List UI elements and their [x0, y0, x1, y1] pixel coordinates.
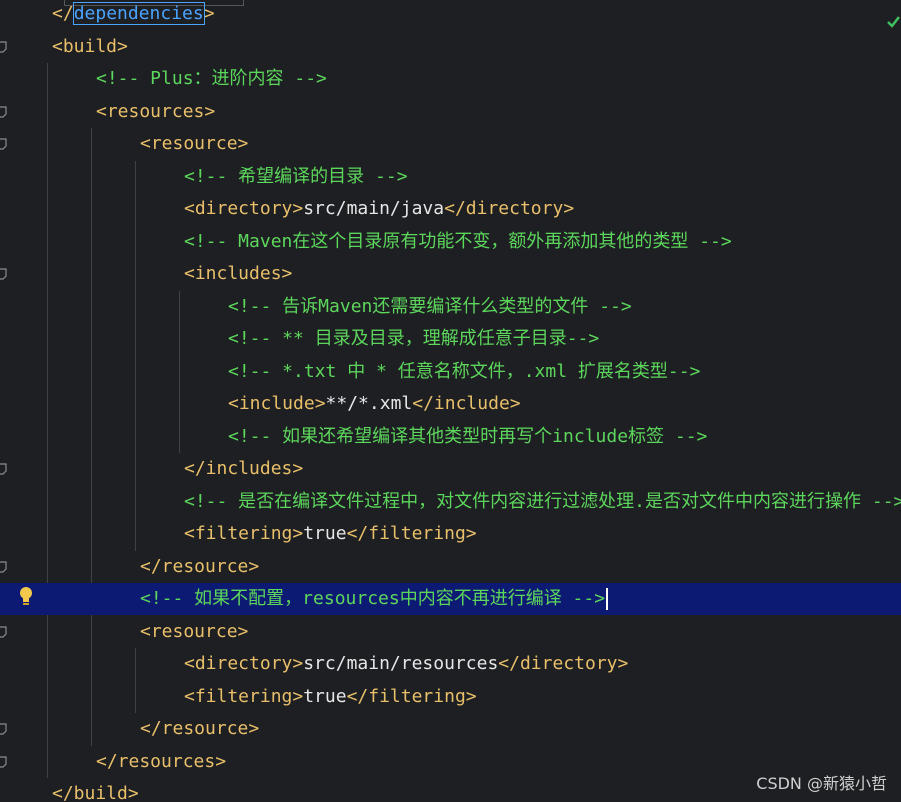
- code-token: </includes>: [184, 458, 304, 479]
- code-token: </directory>: [498, 653, 629, 674]
- code-token: <!-- 如果还希望编译其他类型时再写个include标签 -->: [228, 425, 708, 447]
- code-text: </includes>: [184, 453, 303, 485]
- code-line[interactable]: </resource>: [0, 551, 901, 583]
- code-line[interactable]: </includes>: [0, 453, 901, 485]
- code-line[interactable]: <directory>src/main/resources</directory…: [0, 648, 901, 680]
- code-text: <filtering>true</filtering>: [184, 681, 477, 713]
- code-text: </resources>: [96, 746, 226, 778]
- code-line[interactable]: <!-- 是否在编译文件过程中，对文件内容进行过滤处理.是否对文件中内容进行操作…: [0, 486, 901, 518]
- code-text: <!-- Maven在这个目录原有功能不变，额外再添加其他的类型 -->: [184, 226, 732, 258]
- code-token: true: [303, 685, 347, 707]
- code-text: <resource>: [140, 128, 248, 160]
- highlighted-token: dependencies: [72, 2, 205, 25]
- code-token: >: [203, 3, 215, 24]
- code-token: <includes>: [184, 263, 293, 284]
- code-line[interactable]: <includes>: [0, 258, 901, 290]
- code-text: </resource>: [140, 551, 259, 583]
- code-token: <!-- 是否在编译文件过程中，对文件内容进行过滤处理.是否对文件中内容进行操作…: [184, 490, 901, 512]
- code-line[interactable]: <!-- 希望编译的目录 -->: [0, 161, 901, 193]
- code-token: <directory>: [184, 198, 304, 219]
- code-token: <include>: [228, 393, 326, 414]
- code-token: </include>: [412, 393, 521, 414]
- code-text: <!-- Plus：进阶内容 -->: [96, 63, 327, 95]
- code-text: <resources>: [96, 96, 215, 128]
- code-token: <!-- Maven在这个目录原有功能不变，额外再添加其他的类型 -->: [184, 230, 732, 252]
- lightbulb-icon[interactable]: [18, 586, 34, 608]
- code-line[interactable]: <filtering>true</filtering>: [0, 518, 901, 550]
- code-text: <!-- 如果还希望编译其他类型时再写个include标签 -->: [228, 421, 707, 453]
- code-line[interactable]: <!-- Maven在这个目录原有功能不变，额外再添加其他的类型 -->: [0, 226, 901, 258]
- code-token: <!-- *.txt 中 * 任意名称文件，.xml 扩展名类型-->: [228, 360, 701, 382]
- text-caret: [606, 588, 609, 610]
- code-line[interactable]: <filtering>true</filtering>: [0, 681, 901, 713]
- code-text: <resource>: [140, 616, 248, 648]
- code-token: <directory>: [184, 653, 304, 674]
- code-token: </resource>: [140, 555, 260, 577]
- code-token: <resource>: [140, 133, 249, 154]
- code-token: <resources>: [96, 100, 216, 122]
- code-line[interactable]: <!-- ** 目录及目录，理解成任意子目录-->: [0, 323, 901, 355]
- code-text: <!-- 告诉Maven还需要编译什么类型的文件 -->: [228, 291, 632, 323]
- code-token: </resource>: [140, 718, 260, 739]
- code-text: <!-- *.txt 中 * 任意名称文件，.xml 扩展名类型-->: [228, 356, 700, 388]
- code-text: <directory>src/main/resources</directory…: [184, 648, 628, 680]
- code-line[interactable]: <directory>src/main/java</directory>: [0, 193, 901, 225]
- code-token: <!-- 告诉Maven还需要编译什么类型的文件 -->: [228, 295, 632, 317]
- code-line[interactable]: <include>**/*.xml</include>: [0, 388, 901, 420]
- code-text: </build>: [52, 778, 139, 802]
- code-text: <!-- 是否在编译文件过程中，对文件内容进行过滤处理.是否对文件中内容进行操作…: [184, 486, 901, 518]
- watermark-text: CSDN @新猿小哲: [756, 774, 887, 793]
- code-token: </filtering>: [346, 685, 477, 707]
- code-line[interactable]: <!-- *.txt 中 * 任意名称文件，.xml 扩展名类型-->: [0, 356, 901, 388]
- code-line[interactable]: <resource>: [0, 128, 901, 160]
- code-token: </: [52, 3, 74, 24]
- code-line[interactable]: <!-- 告诉Maven还需要编译什么类型的文件 -->: [0, 291, 901, 323]
- code-text: <filtering>true</filtering>: [184, 518, 477, 550]
- code-token: <filtering>: [184, 523, 304, 544]
- current-code-line[interactable]: <!-- 如果不配置，resources中内容不再进行编译 -->: [0, 583, 901, 615]
- code-token: </directory>: [444, 198, 575, 219]
- code-token: <!-- Plus：进阶内容 -->: [96, 68, 327, 89]
- code-token: **/*.xml: [325, 393, 413, 414]
- code-token: src/main/resources: [303, 653, 499, 674]
- code-text: <!-- ** 目录及目录，理解成任意子目录-->: [228, 323, 599, 355]
- code-text: <directory>src/main/java</directory>: [184, 193, 574, 225]
- code-line[interactable]: <!-- Plus：进阶内容 -->: [0, 63, 901, 95]
- code-token: <build>: [52, 35, 128, 57]
- code-line[interactable]: <resource>: [0, 616, 901, 648]
- code-token: </resources>: [96, 750, 227, 772]
- code-token: </build>: [52, 783, 139, 802]
- code-token: true: [303, 523, 347, 544]
- code-token: <resource>: [140, 620, 249, 642]
- code-line[interactable]: </dependencies>: [0, 0, 901, 30]
- code-line[interactable]: <!-- 如果还希望编译其他类型时再写个include标签 -->: [0, 421, 901, 453]
- code-token: <!-- 希望编译的目录 -->: [184, 165, 408, 187]
- inspection-ok-check-icon[interactable]: [886, 14, 901, 30]
- code-text: <include>**/*.xml</include>: [228, 388, 521, 420]
- code-text: <includes>: [184, 258, 292, 290]
- code-editor[interactable]: </dependencies> <build> <!-- Plus：进阶内容 -->…: [0, 0, 901, 802]
- code-text: </dependencies>: [52, 0, 215, 30]
- code-token: src/main/java: [303, 198, 445, 219]
- code-line[interactable]: <resources>: [0, 96, 901, 128]
- code-token: <filtering>: [184, 685, 304, 707]
- code-text: </resource>: [140, 713, 259, 745]
- code-line[interactable]: <build>: [0, 31, 901, 63]
- code-token: <!-- ** 目录及目录，理解成任意子目录-->: [228, 328, 600, 349]
- code-text: <build>: [52, 31, 128, 63]
- code-text: <!-- 如果不配置，resources中内容不再进行编译 -->: [140, 583, 609, 615]
- code-token: </filtering>: [346, 523, 477, 544]
- code-text: <!-- 希望编译的目录 -->: [184, 161, 408, 193]
- code-line[interactable]: </resource>: [0, 713, 901, 745]
- code-token: <!-- 如果不配置，resources中内容不再进行编译 -->: [140, 588, 606, 609]
